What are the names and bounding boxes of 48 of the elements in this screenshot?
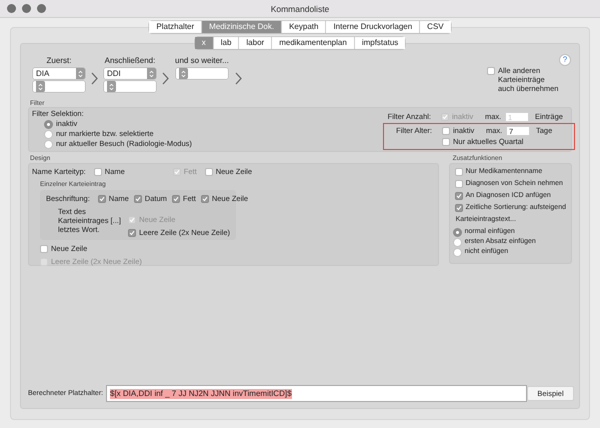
tab[interactable]: CSV xyxy=(419,21,451,33)
tab[interactable]: Interne Druckvorlagen xyxy=(325,21,420,33)
text-field[interactable]: $[x DIA,DDI inf _ 7 JJ NJ2N JJNN invTimemitICD]$ xyxy=(106,385,527,402)
checkbox[interactable] xyxy=(454,180,463,188)
radio-button[interactable] xyxy=(452,248,462,256)
chevron-icon xyxy=(162,72,169,85)
subtab[interactable]: lab xyxy=(212,37,238,49)
tab[interactable]: Platzhalter xyxy=(149,21,202,33)
tab[interactable]: Keypath xyxy=(281,21,326,33)
stepper-icon xyxy=(36,81,45,92)
chevron-icon xyxy=(91,72,98,85)
field-label: und so weiter... xyxy=(175,56,229,66)
checkbox[interactable] xyxy=(487,67,495,75)
radio-button[interactable] xyxy=(452,238,462,246)
checkbox[interactable] xyxy=(128,229,136,237)
checkbox[interactable] xyxy=(98,195,106,203)
checkbox[interactable] xyxy=(200,195,209,203)
help-button[interactable]: ? xyxy=(559,54,571,66)
popup-button[interactable] xyxy=(33,81,85,92)
window-title: Kommandoliste xyxy=(270,4,330,14)
stepper-icon xyxy=(107,81,116,92)
popup-button[interactable] xyxy=(176,68,228,79)
stepper-icon xyxy=(147,68,156,79)
checkbox[interactable] xyxy=(454,192,463,200)
subtab[interactable]: impfstatus xyxy=(354,37,406,49)
subtab[interactable]: medikamentenplan xyxy=(271,37,354,49)
checkbox[interactable] xyxy=(442,126,450,134)
popup-button[interactable] xyxy=(104,81,156,92)
stepper-icon xyxy=(178,68,188,79)
checkbox[interactable] xyxy=(134,195,142,203)
radio-button[interactable] xyxy=(452,228,462,236)
subtab[interactable]: labor xyxy=(238,37,272,49)
popup-button[interactable]: DDI xyxy=(104,68,156,79)
checkbox[interactable] xyxy=(204,168,213,176)
radio-button[interactable] xyxy=(44,140,53,148)
checkbox[interactable] xyxy=(454,204,463,212)
checkbox[interactable] xyxy=(172,195,180,203)
checkbox[interactable] xyxy=(40,245,48,253)
radio-button[interactable] xyxy=(44,130,53,138)
radio-button[interactable] xyxy=(44,120,53,128)
checkbox[interactable] xyxy=(94,168,102,176)
checkbox[interactable] xyxy=(454,168,463,176)
field-label: Anschließend: xyxy=(104,56,156,66)
popup-button[interactable]: DIA xyxy=(33,68,85,79)
field-label: Zuerst: xyxy=(46,56,72,66)
stepper-icon xyxy=(76,68,85,79)
chevron-icon xyxy=(234,72,242,85)
checkbox[interactable] xyxy=(442,138,450,146)
